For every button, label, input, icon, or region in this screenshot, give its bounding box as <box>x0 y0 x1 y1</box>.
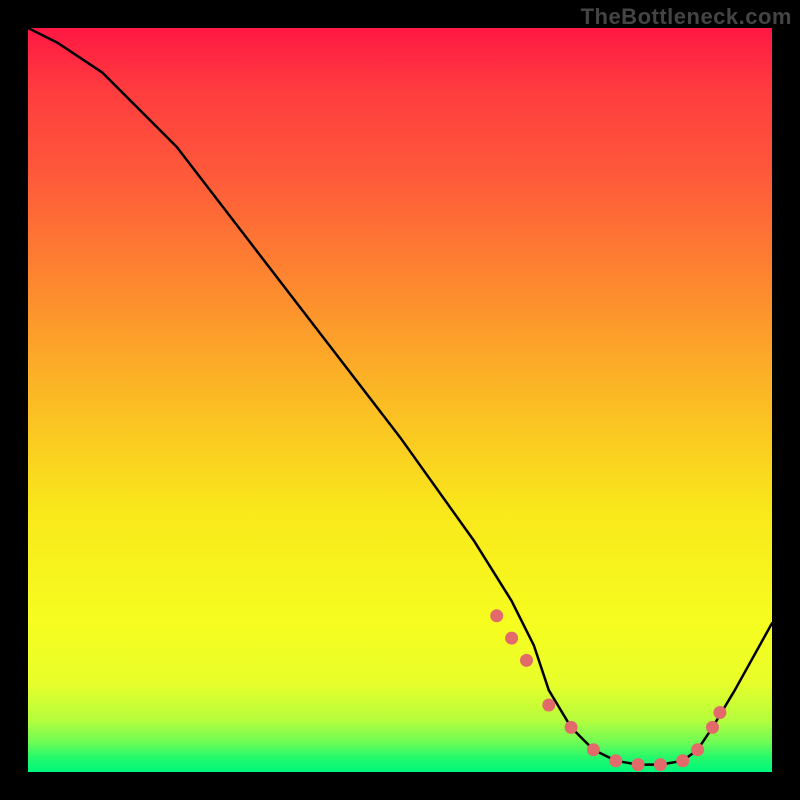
curve-marker <box>491 610 503 622</box>
curve-marker <box>543 699 555 711</box>
chart-frame: TheBottleneck.com <box>0 0 800 800</box>
watermark-text: TheBottleneck.com <box>581 4 792 30</box>
curve-marker <box>610 755 622 767</box>
curve-marker <box>587 744 599 756</box>
curve-marker <box>654 759 666 771</box>
chart-svg <box>28 28 772 772</box>
curve-marker <box>565 721 577 733</box>
curve-marker <box>707 721 719 733</box>
curve-marker <box>677 755 689 767</box>
plot-area <box>28 28 772 772</box>
curve-marker <box>506 632 518 644</box>
curve-marker <box>521 654 533 666</box>
curve-marker <box>692 744 704 756</box>
curve-markers <box>491 610 726 771</box>
curve-marker <box>714 707 726 719</box>
curve-marker <box>632 759 644 771</box>
bottleneck-curve <box>28 28 772 765</box>
